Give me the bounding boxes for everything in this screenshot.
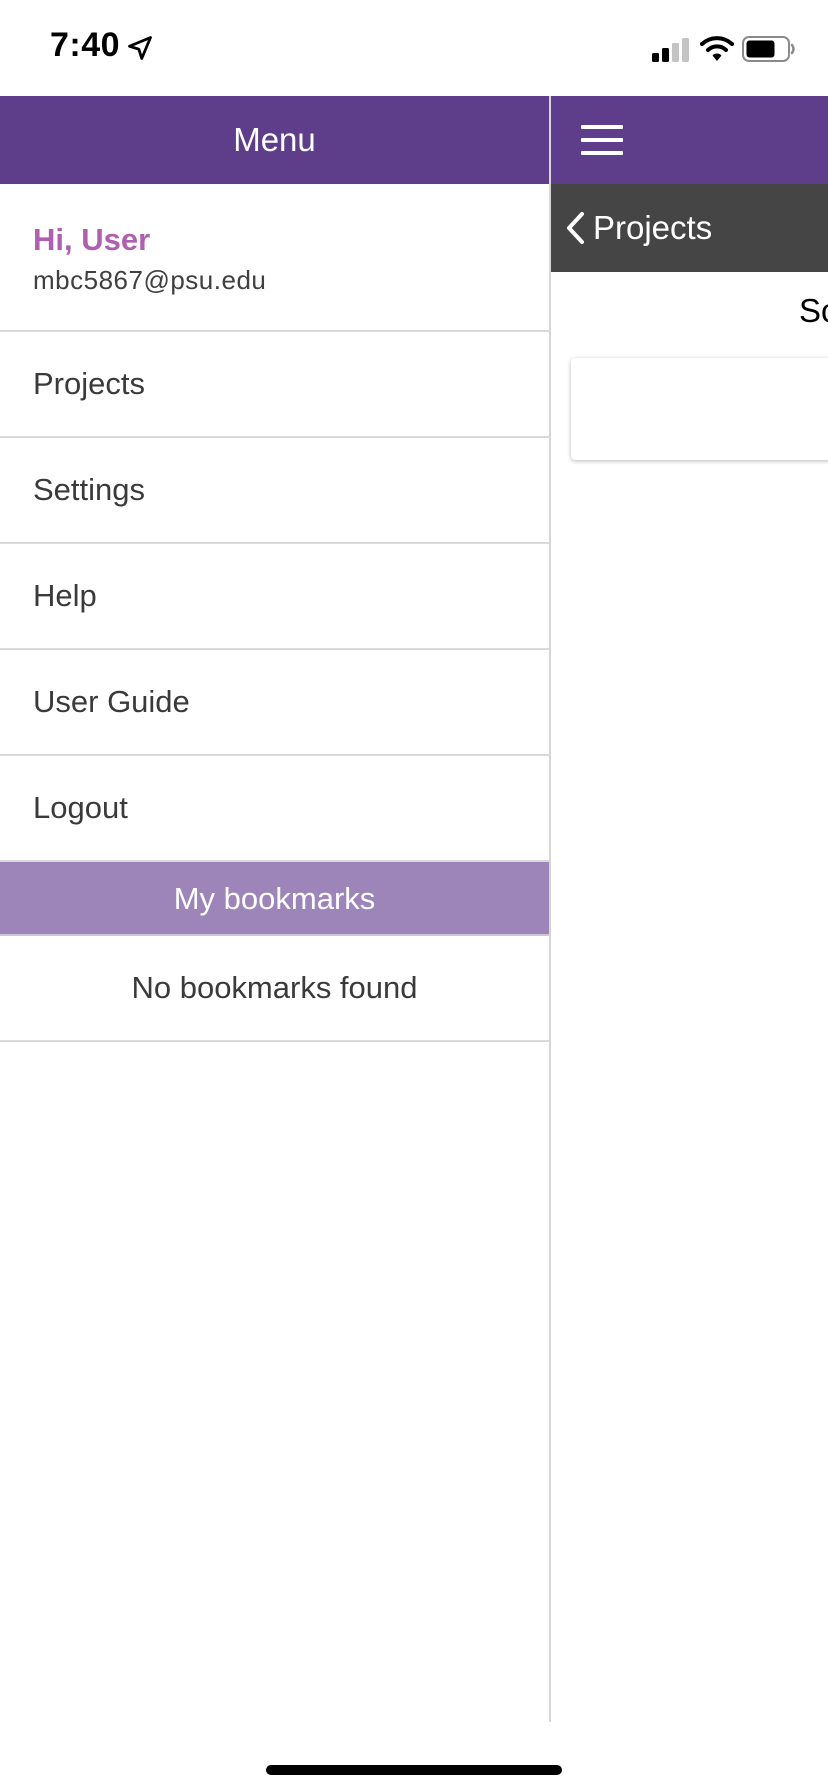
menu-item-user-guide[interactable]: User Guide	[0, 650, 549, 756]
user-info: Hi, User mbc5867@psu.edu	[0, 184, 549, 332]
content-card[interactable]	[571, 358, 828, 460]
bookmarks-header: My bookmarks	[0, 862, 549, 936]
menu-item-projects[interactable]: Projects	[0, 332, 549, 438]
menu-item-logout[interactable]: Logout	[0, 756, 549, 862]
navigation-bar: Projects	[551, 184, 828, 272]
back-button[interactable]: Projects	[565, 184, 712, 272]
menu-item-help[interactable]: Help	[0, 544, 549, 650]
cellular-signal-icon	[652, 38, 689, 62]
main-content: Projects Sc	[551, 96, 828, 1722]
side-menu: Menu Hi, User mbc5867@psu.edu Projects S…	[0, 96, 551, 1722]
user-email: mbc5867@psu.edu	[33, 265, 267, 295]
battery-icon	[742, 36, 795, 62]
home-indicator[interactable]	[266, 1765, 562, 1775]
user-greeting: Hi, User	[33, 222, 151, 257]
chevron-left-icon	[567, 212, 584, 244]
wifi-icon	[700, 36, 734, 61]
location-arrow-icon	[128, 36, 152, 60]
back-button-label: Projects	[593, 209, 713, 246]
menu-header: Menu	[0, 96, 549, 184]
status-bar: 7:40	[0, 0, 828, 96]
status-time: 7:40	[50, 26, 121, 64]
section-title: Sc	[799, 292, 828, 329]
hamburger-menu-icon[interactable]	[581, 124, 623, 156]
top-bar	[551, 96, 828, 184]
bookmarks-empty-message: No bookmarks found	[0, 936, 549, 1042]
menu-item-settings[interactable]: Settings	[0, 438, 549, 544]
